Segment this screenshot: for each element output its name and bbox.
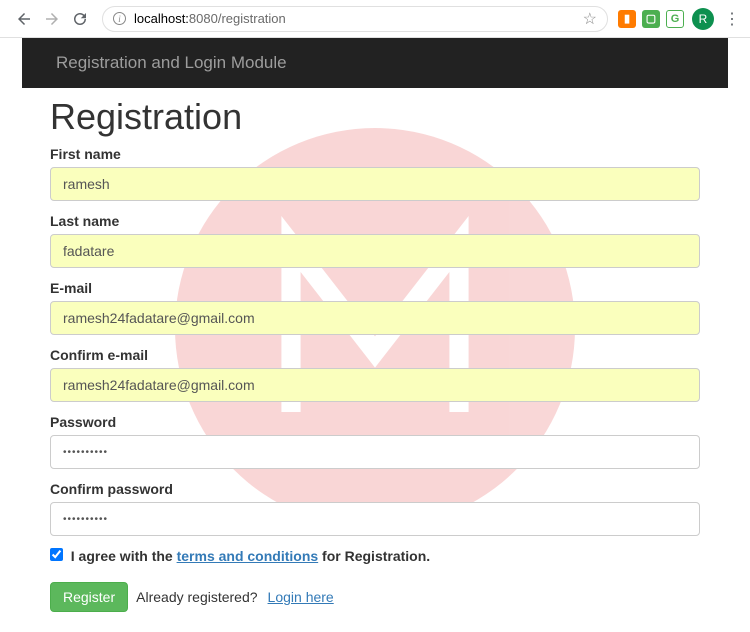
- navbar-title: Registration and Login Module: [56, 53, 287, 73]
- reload-button[interactable]: [66, 5, 94, 33]
- address-bar[interactable]: i localhost:8080/registration ☆: [102, 6, 608, 32]
- login-here-link[interactable]: Login here: [268, 589, 334, 605]
- page-title: Registration: [50, 96, 700, 138]
- browser-toolbar: i localhost:8080/registration ☆ ▮ ▢ G R …: [0, 0, 750, 38]
- terms-text-after: for Registration.: [318, 548, 430, 564]
- browser-menu-button[interactable]: ⋮: [724, 9, 740, 29]
- lastname-input[interactable]: [50, 234, 700, 268]
- bookmark-star-icon[interactable]: ☆: [583, 9, 597, 29]
- firstname-label: First name: [50, 146, 700, 162]
- already-registered-text: Already registered?: [136, 589, 257, 605]
- confirmemail-input[interactable]: [50, 368, 700, 402]
- register-button[interactable]: Register: [50, 582, 128, 612]
- email-label: E-mail: [50, 280, 700, 296]
- arrow-left-icon: [15, 10, 33, 28]
- extensions-area: ▮ ▢ G: [618, 10, 684, 28]
- reload-icon: [71, 10, 89, 28]
- extension-icon-2[interactable]: ▢: [642, 10, 660, 28]
- app-navbar: Registration and Login Module: [22, 38, 728, 88]
- profile-avatar[interactable]: R: [692, 8, 714, 30]
- terms-checkbox[interactable]: [50, 548, 63, 561]
- password-label: Password: [50, 414, 700, 430]
- extension-icon-1[interactable]: ▮: [618, 10, 636, 28]
- password-input[interactable]: [50, 435, 700, 469]
- confirmemail-label: Confirm e-mail: [50, 347, 700, 363]
- firstname-input[interactable]: [50, 167, 700, 201]
- url-path: /registration: [218, 11, 286, 26]
- page-content: Registration First name Last name E-mail…: [0, 88, 750, 632]
- site-info-icon[interactable]: i: [113, 12, 126, 25]
- forward-button[interactable]: [38, 5, 66, 33]
- email-input[interactable]: [50, 301, 700, 335]
- confirmpassword-label: Confirm password: [50, 481, 700, 497]
- arrow-right-icon: [43, 10, 61, 28]
- extension-icon-3[interactable]: G: [666, 10, 684, 28]
- terms-link[interactable]: terms and conditions: [177, 548, 319, 564]
- url-port: 8080: [189, 11, 218, 26]
- lastname-label: Last name: [50, 213, 700, 229]
- confirmpassword-input[interactable]: [50, 502, 700, 536]
- back-button[interactable]: [10, 5, 38, 33]
- url-host: localhost:: [134, 11, 189, 26]
- terms-text-before: I agree with the: [71, 548, 177, 564]
